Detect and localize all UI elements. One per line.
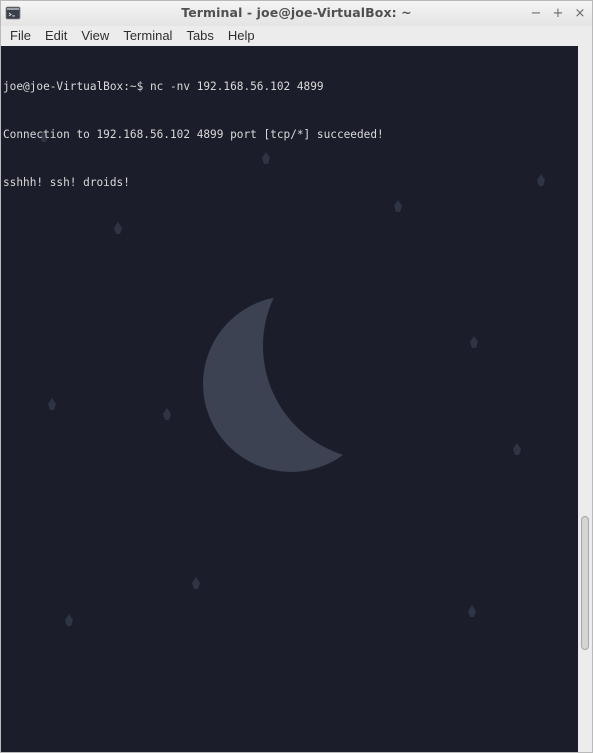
star-icon	[163, 408, 171, 420]
title-bar[interactable]: Terminal - joe@joe-VirtualBox: ~ − + ×	[1, 1, 592, 26]
star-icon	[537, 174, 545, 186]
terminal-line: Connection to 192.168.56.102 4899 port […	[3, 128, 384, 141]
minimize-button[interactable]: −	[528, 3, 544, 23]
star-icon	[468, 605, 476, 617]
star-icon	[65, 614, 73, 626]
terminal-window: Terminal - joe@joe-VirtualBox: ~ − + × F…	[0, 0, 593, 753]
terminal-area[interactable]: joe@joe-VirtualBox:~$ nc -nv 192.168.56.…	[1, 46, 578, 752]
menu-view[interactable]: View	[74, 26, 116, 46]
vertical-scrollbar[interactable]	[578, 46, 592, 752]
star-icon	[48, 398, 56, 410]
maximize-button[interactable]: +	[550, 3, 566, 23]
star-icon	[513, 443, 521, 455]
star-icon	[394, 200, 402, 212]
star-icon	[114, 222, 122, 234]
menu-tabs[interactable]: Tabs	[179, 26, 220, 46]
menu-help[interactable]: Help	[221, 26, 262, 46]
close-button[interactable]: ×	[572, 3, 588, 23]
terminal-line: sshhh! ssh! droids!	[3, 176, 130, 189]
menu-terminal[interactable]: Terminal	[116, 26, 179, 46]
menu-edit[interactable]: Edit	[38, 26, 74, 46]
star-icon	[192, 577, 200, 589]
window-controls: − + ×	[528, 3, 588, 23]
menu-file[interactable]: File	[3, 26, 38, 46]
scrollbar-thumb[interactable]	[581, 516, 589, 650]
crescent-moon-icon	[203, 296, 379, 472]
terminal-line: joe@joe-VirtualBox:~$ nc -nv 192.168.56.…	[3, 80, 324, 93]
window-title: Terminal - joe@joe-VirtualBox: ~	[181, 5, 412, 20]
terminal-output: joe@joe-VirtualBox:~$ nc -nv 192.168.56.…	[3, 47, 384, 223]
star-icon	[470, 336, 478, 348]
menu-bar: File Edit View Terminal Tabs Help	[1, 26, 592, 46]
